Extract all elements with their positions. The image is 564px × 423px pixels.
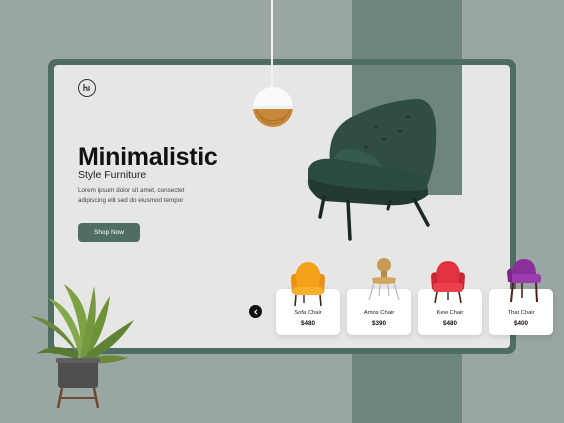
product-name: Sofa Chair (294, 310, 322, 316)
product-price: $390 (371, 320, 386, 327)
product-price: $400 (513, 320, 528, 327)
kew-chair-image (431, 261, 465, 304)
brand-logo-icon[interactable] (78, 79, 96, 97)
shop-now-button[interactable]: Shop Now (78, 223, 140, 242)
hero-subtitle: Style Furniture (78, 169, 147, 181)
hero-title: Minimalistic (78, 143, 218, 171)
that-chair-image (507, 259, 541, 303)
amos-chair-image (368, 258, 400, 301)
product-price: $480 (442, 320, 457, 327)
product-name: Amos Chair (363, 310, 395, 316)
pendant-lamp-icon (253, 87, 293, 127)
hero-description: Lorem ipsum dolor sit amet, consectet ad… (78, 187, 185, 204)
product-name: That Chair (507, 310, 535, 316)
lamp-cord (271, 0, 273, 90)
chevron-left-icon (253, 308, 257, 315)
product-name: Kew Chair (436, 310, 464, 316)
potted-plant-image (30, 284, 134, 409)
previous-button[interactable] (249, 305, 262, 318)
sofa-chair-image (291, 262, 325, 307)
product-price: $480 (300, 320, 315, 327)
featured-armchair-image (307, 98, 437, 241)
